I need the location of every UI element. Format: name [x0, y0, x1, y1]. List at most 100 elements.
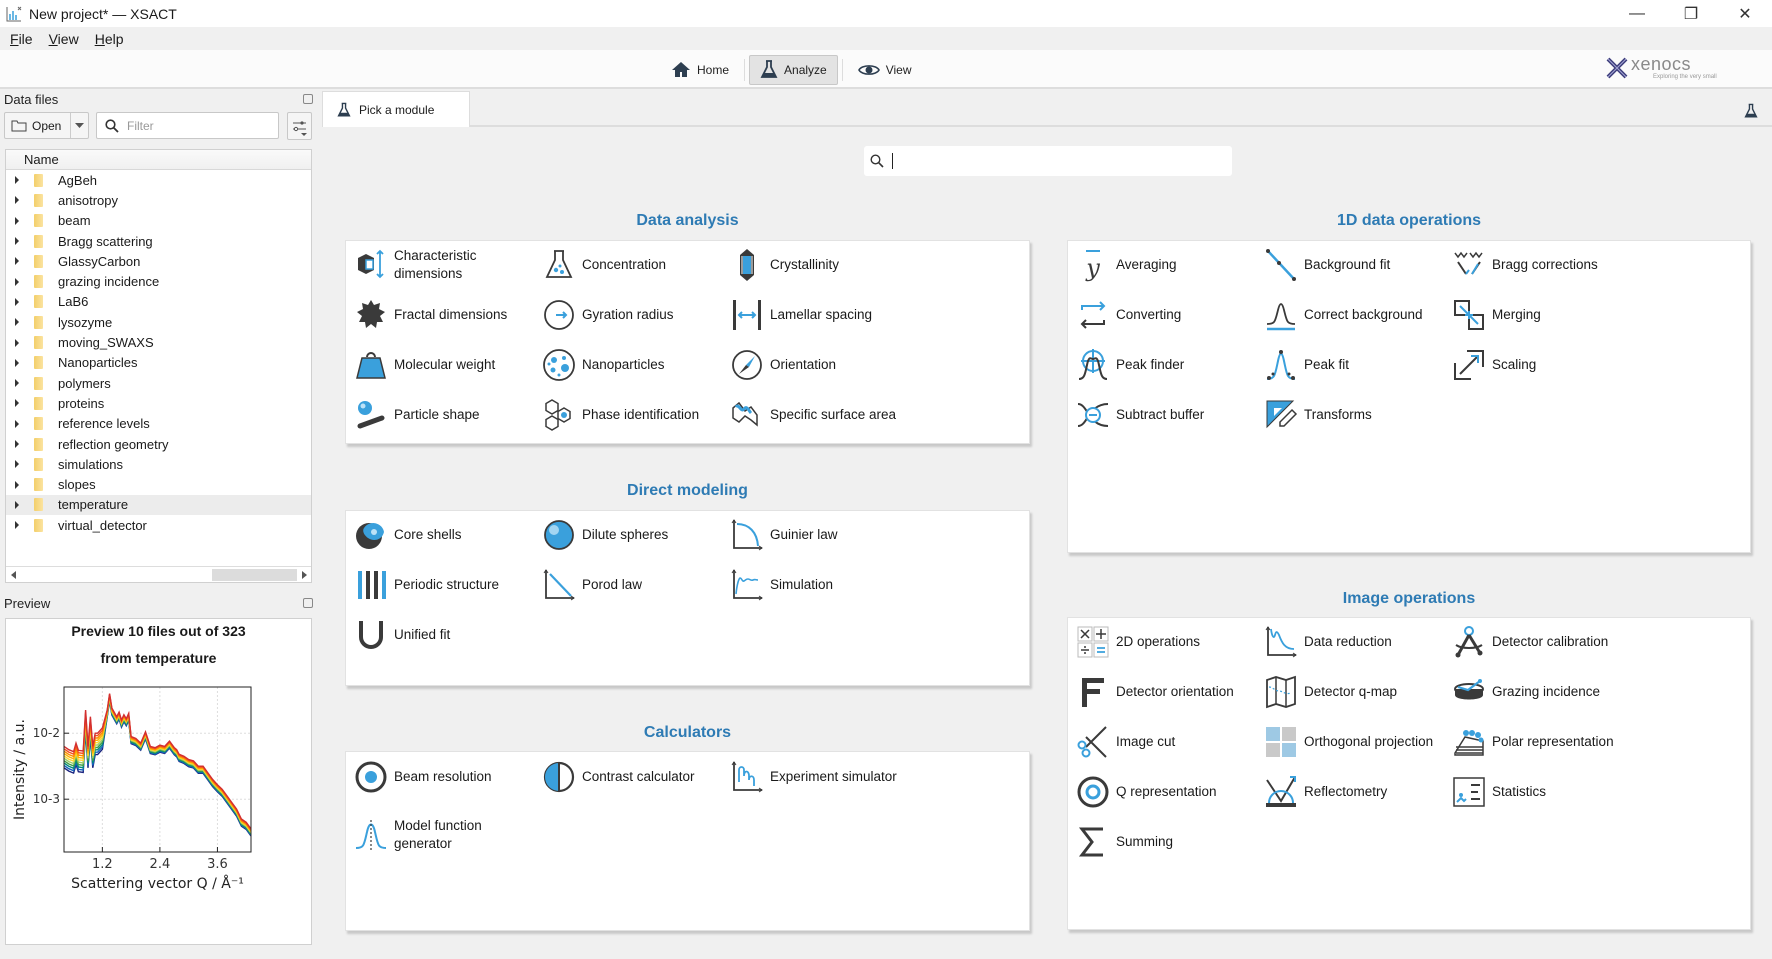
module-fractal-dimensions[interactable]: Fractal dimensions — [354, 295, 539, 335]
expand-arrow-icon[interactable] — [15, 196, 19, 205]
module-grazing-incidence[interactable]: Grazing incidence — [1452, 672, 1637, 712]
folder-row[interactable]: virtual_detector — [6, 515, 311, 535]
flask-corner-icon[interactable] — [1744, 103, 1758, 119]
module-crystallinity[interactable]: Crystallinity — [730, 245, 915, 285]
maximize-button[interactable]: ❐ — [1664, 0, 1718, 27]
expand-arrow-icon[interactable] — [15, 358, 19, 367]
module-characteristic-dimensions[interactable]: Characteristic dimensions — [354, 245, 539, 285]
module-detector-orientation[interactable]: Detector orientation — [1076, 672, 1261, 712]
module-bragg-corrections[interactable]: Bragg corrections — [1452, 245, 1637, 285]
folder-row[interactable]: Bragg scattering — [6, 231, 311, 251]
module-subtract-buffer[interactable]: Subtract buffer — [1076, 395, 1261, 435]
module-polar-representation[interactable]: Polar representation — [1452, 722, 1637, 762]
scroll-right-button[interactable] — [297, 570, 311, 579]
module-correct-background[interactable]: Correct background — [1264, 295, 1449, 335]
close-button[interactable]: ✕ — [1718, 0, 1772, 27]
module-experiment-simulator[interactable]: Experiment simulator — [730, 757, 915, 797]
module-simulation[interactable]: Simulation — [730, 565, 915, 605]
expand-arrow-icon[interactable] — [15, 176, 19, 185]
scroll-thumb[interactable] — [212, 568, 297, 581]
module-nanoparticles[interactable]: Nanoparticles — [542, 345, 727, 385]
module-detector-q-map[interactable]: Detector q-map — [1264, 672, 1449, 712]
minimize-button[interactable]: — — [1610, 0, 1664, 27]
module-detector-calibration[interactable]: Detector calibration — [1452, 622, 1637, 662]
module-background-fit[interactable]: Background fit — [1264, 245, 1449, 285]
module-merging[interactable]: Merging — [1452, 295, 1637, 335]
folder-row[interactable]: AgBeh — [6, 170, 311, 190]
open-button[interactable]: Open — [4, 112, 89, 139]
expand-arrow-icon[interactable] — [15, 257, 19, 266]
module-q-representation[interactable]: Q representation — [1076, 772, 1261, 812]
expand-arrow-icon[interactable] — [15, 500, 19, 509]
folder-row[interactable]: lysozyme — [6, 312, 311, 332]
folder-row[interactable]: LaB6 — [6, 292, 311, 312]
folder-row[interactable]: moving_SWAXS — [6, 332, 311, 352]
module-orthogonal-projection[interactable]: Orthogonal projection — [1264, 722, 1449, 762]
expand-arrow-icon[interactable] — [15, 216, 19, 225]
module-model-function-generator[interactable]: Model function generator — [354, 815, 539, 855]
module-statistics[interactable]: Statistics — [1452, 772, 1637, 812]
expand-arrow-icon[interactable] — [15, 379, 19, 388]
menu-help[interactable]: Help — [95, 31, 124, 47]
menu-file[interactable]: File — [10, 31, 33, 47]
expand-arrow-icon[interactable] — [15, 338, 19, 347]
module-dilute-spheres[interactable]: Dilute spheres — [542, 515, 727, 555]
module-scaling[interactable]: Scaling — [1452, 345, 1637, 385]
undock-data-files-button[interactable] — [303, 94, 313, 104]
module-reflectometry[interactable]: Reflectometry — [1264, 772, 1449, 812]
module-core-shells[interactable]: Core shells — [354, 515, 539, 555]
folder-row[interactable]: proteins — [6, 393, 311, 413]
folder-row[interactable]: beam — [6, 211, 311, 231]
expand-arrow-icon[interactable] — [15, 399, 19, 408]
module-2d-operations[interactable]: 2D operations — [1076, 622, 1261, 662]
expand-arrow-icon[interactable] — [15, 480, 19, 489]
folder-row[interactable]: Nanoparticles — [6, 353, 311, 373]
module-image-cut[interactable]: Image cut — [1076, 722, 1261, 762]
folder-row[interactable]: simulations — [6, 454, 311, 474]
folder-row[interactable]: grazing incidence — [6, 271, 311, 291]
module-porod-law[interactable]: Porod law — [542, 565, 727, 605]
module-contrast-calculator[interactable]: Contrast calculator — [542, 757, 727, 797]
module-particle-shape[interactable]: Particle shape — [354, 395, 539, 435]
module-molecular-weight[interactable]: Molecular weight — [354, 345, 539, 385]
module-transforms[interactable]: Transforms — [1264, 395, 1449, 435]
module-averaging[interactable]: y Averaging — [1076, 245, 1261, 285]
filter-options-button[interactable] — [287, 112, 312, 140]
module-data-reduction[interactable]: Data reduction — [1264, 622, 1449, 662]
scroll-left-button[interactable] — [6, 570, 20, 579]
folder-row[interactable]: reflection geometry — [6, 434, 311, 454]
expand-arrow-icon[interactable] — [15, 460, 19, 469]
module-search[interactable] — [864, 146, 1232, 176]
module-specific-surface-area[interactable]: Specific surface area — [730, 395, 915, 435]
column-header-name[interactable]: Name — [6, 150, 311, 170]
folder-row[interactable]: reference levels — [6, 414, 311, 434]
analyze-button[interactable]: Analyze — [749, 54, 838, 85]
module-summing[interactable]: Summing — [1076, 822, 1261, 862]
horizontal-scrollbar[interactable] — [6, 566, 311, 582]
expand-arrow-icon[interactable] — [15, 277, 19, 286]
scroll-track[interactable] — [20, 568, 297, 582]
folder-row[interactable]: polymers — [6, 373, 311, 393]
expand-arrow-icon[interactable] — [15, 521, 19, 530]
menu-view[interactable]: View — [49, 31, 79, 47]
module-periodic-structure[interactable]: Periodic structure — [354, 565, 539, 605]
module-converting[interactable]: Converting — [1076, 295, 1261, 335]
module-peak-finder[interactable]: Peak finder — [1076, 345, 1261, 385]
expand-arrow-icon[interactable] — [15, 440, 19, 448]
module-guinier-law[interactable]: Guinier law — [730, 515, 915, 555]
folder-row[interactable]: anisotropy — [6, 190, 311, 210]
expand-arrow-icon[interactable] — [15, 237, 19, 246]
module-gyration-radius[interactable]: Gyration radius — [542, 295, 727, 335]
module-concentration[interactable]: Concentration — [542, 245, 727, 285]
filter-input[interactable] — [127, 118, 267, 133]
module-orientation[interactable]: Orientation — [730, 345, 915, 385]
expand-arrow-icon[interactable] — [15, 297, 19, 306]
expand-arrow-icon[interactable] — [15, 419, 19, 428]
folder-row[interactable]: GlassyCarbon — [6, 251, 311, 271]
open-dropdown[interactable] — [71, 123, 88, 128]
module-beam-resolution[interactable]: Beam resolution — [354, 757, 539, 797]
folder-row[interactable]: temperature — [6, 494, 311, 516]
undock-preview-button[interactable] — [303, 598, 313, 608]
folder-row[interactable]: slopes — [6, 474, 311, 494]
module-peak-fit[interactable]: Peak fit — [1264, 345, 1449, 385]
